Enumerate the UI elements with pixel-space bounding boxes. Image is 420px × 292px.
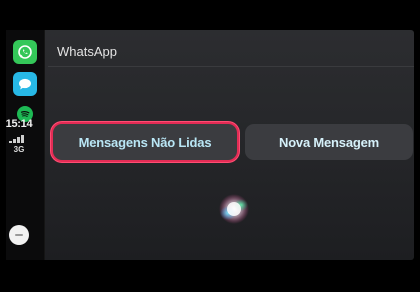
siri-icon[interactable] [216,192,252,226]
whatsapp-icon [18,45,32,59]
carplay-dock: 15:14 3G [6,30,45,260]
home-icon [15,234,23,236]
whatsapp-app-button[interactable] [13,40,37,64]
new-message-button[interactable]: Nova Mensagem [245,124,413,160]
network-type: 3G [13,145,25,154]
unread-messages-button[interactable]: Mensagens Não Lidas [53,124,237,160]
signal-strength-icon [9,135,29,143]
home-button[interactable] [9,225,29,245]
status-time: 15:14 [5,118,33,130]
messages-icon [19,78,31,90]
messages-app-button[interactable] [13,72,37,96]
carplay-screen: 15:14 3G WhatsApp Mensagens Não Lidas No… [0,0,420,292]
app-title: WhatsApp [57,44,117,59]
header-divider [48,66,414,67]
